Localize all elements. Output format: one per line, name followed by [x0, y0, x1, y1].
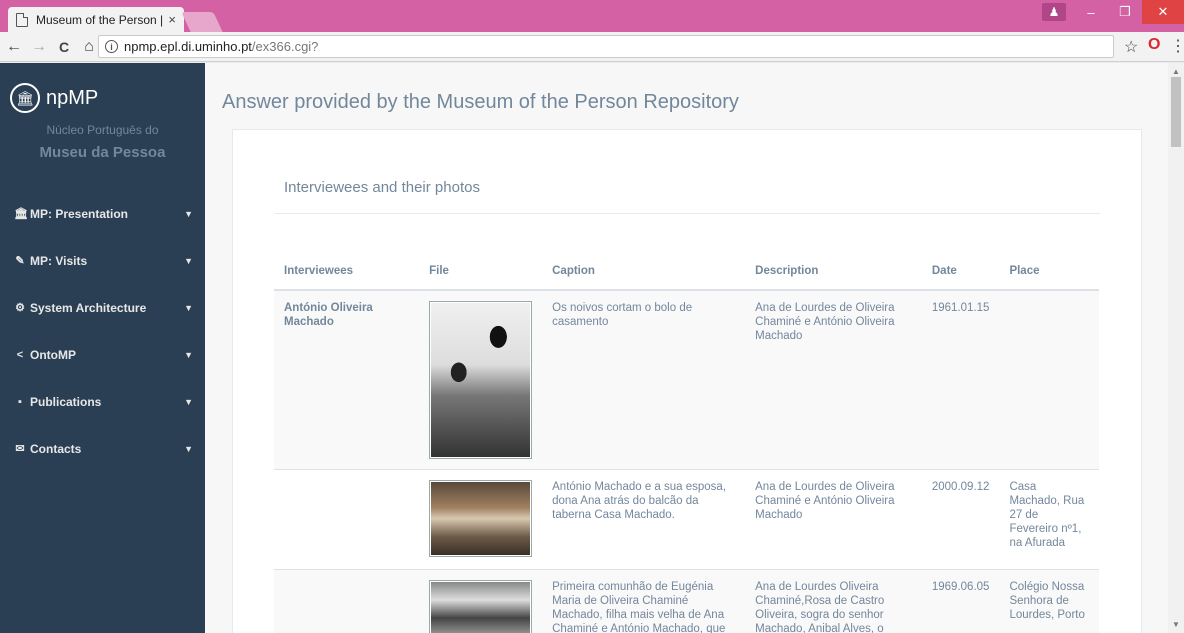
chevron-down-icon: ▼	[184, 443, 193, 454]
url-path: /ex366.cgi?	[251, 39, 319, 54]
reload-icon[interactable]: C	[53, 36, 75, 58]
browser-menu-icon[interactable]: ⋮	[1170, 36, 1184, 56]
photo-thumbnail[interactable]	[429, 301, 533, 459]
place-cell: Colégio Nossa Senhora de Lourdes, Porto	[999, 569, 1099, 633]
tab-close-icon[interactable]: ×	[168, 12, 176, 27]
place-cell	[999, 289, 1099, 470]
browser-titlebar: Museum of the Person | × ♟ – ❐ ✕	[0, 0, 1184, 32]
sidebar-item-label: Contacts	[30, 441, 82, 456]
description-cell: Ana de Lourdes de Oliveira Chaminé e Ant…	[745, 469, 922, 570]
window-controls: ♟ – ❐ ✕	[1042, 0, 1184, 24]
chevron-down-icon: ▼	[184, 208, 193, 219]
file-icon: ▪	[18, 395, 22, 408]
scrollbar-thumb[interactable]	[1171, 77, 1181, 147]
caption-cell: Primeira comunhão de Eugénia Maria de Ol…	[542, 569, 746, 633]
institution-icon: 🏛	[14, 208, 28, 220]
date-cell: 2000.09.12	[921, 469, 1000, 570]
sidebar-item-ontomp[interactable]: < OntoMP ▼	[0, 331, 205, 378]
caption-cell: António Machado e a sua esposa, dona Ana…	[542, 469, 746, 570]
address-bar[interactable]: i npmp.epl.di.uminho.pt/ex366.cgi?	[98, 35, 1114, 58]
interviewee-cell	[274, 569, 420, 633]
forward-icon[interactable]: →	[28, 36, 50, 58]
interviewees-table: Interviewees File Caption Description Da…	[274, 252, 1099, 633]
chevron-down-icon: ▼	[184, 302, 193, 313]
sidebar-item-architecture[interactable]: ⚙ System Architecture ▼	[0, 284, 205, 331]
chevron-down-icon: ▼	[184, 255, 193, 266]
sidebar-item-contacts[interactable]: ✉ Contacts ▼	[0, 425, 205, 472]
share-icon: <	[16, 348, 24, 361]
museum-logo-icon: 🏛	[10, 83, 40, 113]
cogs-icon: ⚙	[15, 302, 25, 314]
column-header[interactable]: Place	[999, 252, 1099, 291]
date-cell: 1969.06.05	[921, 569, 1000, 633]
brand[interactable]: 🏛 npMP	[10, 83, 98, 113]
page-icon	[16, 12, 28, 27]
window-close-button[interactable]: ✕	[1142, 0, 1184, 24]
tavern-photo	[431, 482, 531, 555]
brand-title: Museu da Pessoa	[39, 144, 166, 161]
description-cell: Ana de Lourdes Oliveira Chaminé,Rosa de …	[745, 569, 922, 633]
place-cell: Casa Machado, Rua 27 de Fevereiro nº1, n…	[999, 469, 1099, 570]
table-row: António Oliveira Machado Os noivos corta…	[274, 289, 1099, 470]
minimize-button[interactable]: –	[1074, 0, 1108, 24]
new-tab-button[interactable]	[181, 12, 223, 32]
bookmark-star-icon[interactable]: ☆	[1124, 37, 1138, 57]
user-icon[interactable]: ♟	[1042, 3, 1066, 21]
column-header[interactable]: Caption	[542, 252, 746, 291]
interviewee-cell	[274, 469, 420, 570]
envelope-icon: ✉	[15, 443, 25, 455]
chevron-down-icon: ▼	[184, 396, 193, 407]
sidebar-item-presentation[interactable]: 🏛 MP: Presentation ▼	[0, 190, 205, 237]
panel-title: Interviewees and their photos	[284, 179, 480, 196]
scroll-up-icon[interactable]: ▲	[1172, 67, 1180, 76]
interviewee-cell[interactable]: António Oliveira Machado	[274, 289, 420, 470]
sidebar-item-label: System Architecture	[30, 300, 147, 315]
date-cell: 1961.01.15	[921, 289, 1000, 470]
browser-toolbar: ← → C ⌂ i npmp.epl.di.uminho.pt/ex366.cg…	[0, 32, 1184, 62]
scroll-down-icon[interactable]: ▼	[1172, 620, 1180, 629]
column-header[interactable]: Description	[745, 252, 922, 291]
home-icon[interactable]: ⌂	[78, 36, 100, 58]
sidebar: 🏛 npMP Núcleo Português do Museu da Pess…	[0, 63, 205, 633]
main-content: Answer provided by the Museum of the Per…	[205, 63, 1168, 633]
url-domain: npmp.epl.di.uminho.pt	[124, 39, 252, 54]
column-header[interactable]: Date	[921, 252, 1000, 291]
communion-photo	[431, 582, 531, 633]
photo-thumbnail[interactable]	[429, 480, 533, 557]
sidebar-item-label: MP: Visits	[30, 253, 88, 268]
photo-thumbnail[interactable]	[429, 580, 533, 633]
description-cell: Ana de Lourdes de Oliveira Chaminé e Ant…	[745, 289, 922, 470]
sidebar-menu: 🏛 MP: Presentation ▼ ✎ MP: Visits ▼ ⚙ Sy…	[0, 190, 205, 472]
sidebar-item-label: MP: Presentation	[30, 206, 129, 221]
file-cell	[419, 569, 543, 633]
page-title: Answer provided by the Museum of the Per…	[222, 91, 739, 113]
column-header[interactable]: File	[419, 252, 543, 291]
opera-icon[interactable]: O	[1148, 36, 1160, 54]
brand-subtitle: Núcleo Português do	[46, 123, 159, 137]
file-cell	[419, 289, 543, 470]
sidebar-item-publications[interactable]: ▪ Publications ▼	[0, 378, 205, 425]
brand-name: npMP	[46, 86, 99, 109]
maximize-button[interactable]: ❐	[1108, 0, 1142, 24]
column-header[interactable]: Interviewees	[274, 252, 420, 291]
table-header-row: Interviewees File Caption Description Da…	[274, 252, 1099, 291]
wedding-photo	[431, 303, 531, 457]
browser-tab[interactable]: Museum of the Person | ×	[8, 7, 184, 32]
info-icon[interactable]: i	[105, 40, 118, 53]
chevron-down-icon: ▼	[184, 349, 193, 360]
caption-cell: Os noivos cortam o bolo de casamento	[542, 289, 746, 470]
sidebar-item-label: Publications	[30, 394, 102, 409]
file-cell	[419, 469, 543, 570]
edit-icon: ✎	[15, 255, 25, 267]
table-row: António Machado e a sua esposa, dona Ana…	[274, 469, 1099, 570]
back-icon[interactable]: ←	[3, 36, 25, 58]
table-row: Primeira comunhão de Eugénia Maria de Ol…	[274, 569, 1099, 633]
sidebar-item-label: OntoMP	[30, 347, 76, 362]
tab-title: Museum of the Person |	[36, 12, 164, 27]
divider	[275, 213, 1100, 214]
sidebar-item-visits[interactable]: ✎ MP: Visits ▼	[0, 237, 205, 284]
page-scrollbar[interactable]: ▲ ▼	[1168, 63, 1184, 633]
